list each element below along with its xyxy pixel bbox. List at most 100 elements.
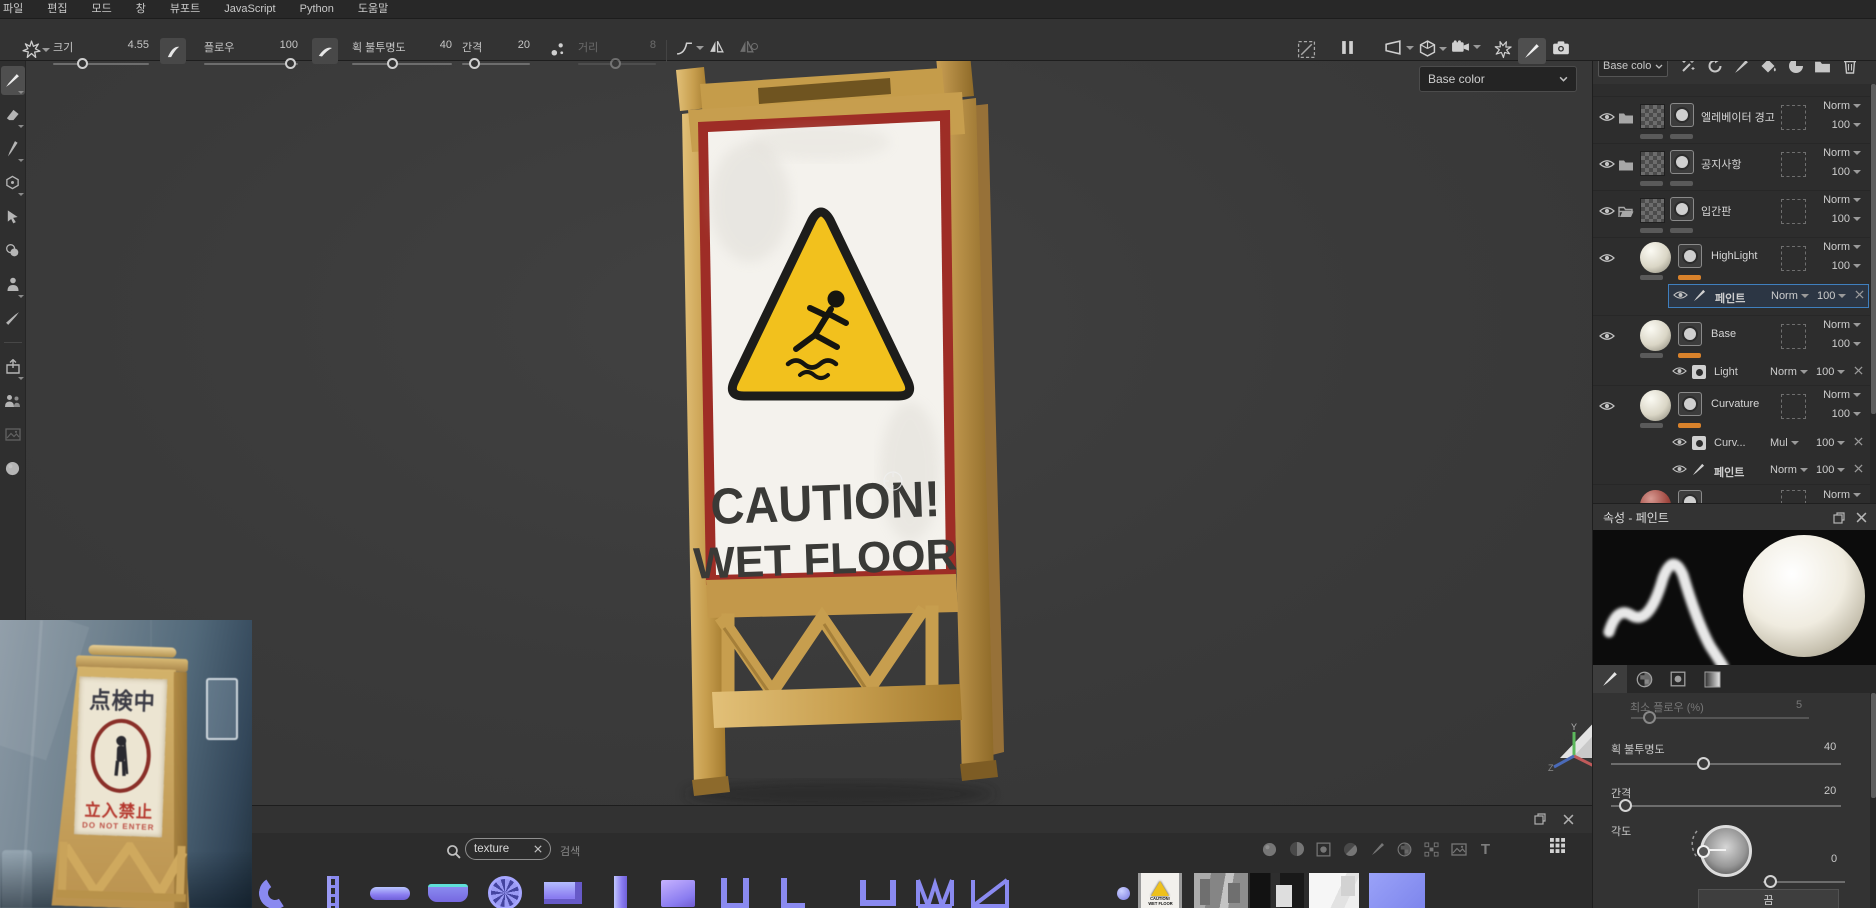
tab-brush[interactable]: [1593, 665, 1627, 693]
disable-selection-icon[interactable]: [1297, 40, 1316, 59]
material-icon[interactable]: [1678, 322, 1702, 346]
projection-tool[interactable]: [1, 134, 25, 163]
tab-alpha[interactable]: [1627, 665, 1661, 693]
prop-opacity-slider[interactable]: [1611, 763, 1841, 765]
falloff-curve-icon[interactable]: [676, 40, 704, 55]
close-panel-icon[interactable]: [1856, 512, 1867, 523]
remove-sublayer-icon[interactable]: [1855, 290, 1864, 299]
prop-angle-value[interactable]: 0: [1831, 853, 1837, 865]
layer-row-standing-sign[interactable]: 입간판 Norm 100: [1593, 190, 1871, 237]
perspective-view-icon[interactable]: [1384, 40, 1414, 55]
flow-value[interactable]: 100: [280, 39, 298, 55]
layer-thumbnail[interactable]: [1640, 104, 1665, 129]
visibility-icon[interactable]: [1599, 159, 1615, 169]
shelf-thumbnail-curve[interactable]: [252, 873, 298, 908]
layer-name[interactable]: 입간판: [1701, 203, 1731, 219]
filter-procedurals-icon[interactable]: [1418, 837, 1445, 861]
screenshot-icon[interactable]: [1552, 40, 1570, 55]
opacity-select[interactable]: 100: [1832, 119, 1861, 131]
blend-mode-select[interactable]: Norm: [1823, 489, 1861, 501]
layer-name[interactable]: Curvature: [1711, 398, 1759, 410]
visibility-icon[interactable]: [1599, 253, 1615, 263]
expand-shelf-icon[interactable]: [1534, 813, 1546, 825]
visibility-icon[interactable]: [1599, 206, 1615, 216]
menu-window[interactable]: 창: [124, 0, 158, 18]
particles-icon[interactable]: [1494, 40, 1512, 58]
filter-materials-icon[interactable]: [1256, 837, 1283, 861]
layer-thumbnail[interactable]: [1640, 151, 1665, 176]
shelf-thumbnail-u-bracket[interactable]: [712, 873, 758, 908]
layer-row-highlight[interactable]: HighLight Norm 100: [1593, 237, 1871, 284]
layers-scrollbar[interactable]: [1870, 84, 1876, 503]
paint-brush-tool[interactable]: [1, 66, 25, 95]
pause-engine-icon[interactable]: [1341, 40, 1354, 55]
opacity-select[interactable]: 100: [1832, 408, 1861, 420]
opacity-select[interactable]: 100: [1832, 338, 1861, 350]
brush-tip-button[interactable]: [160, 38, 186, 64]
blend-mode-select[interactable]: Norm: [1823, 389, 1861, 401]
remove-sublayer-icon[interactable]: [1854, 464, 1863, 473]
mask-thumbnail[interactable]: [1781, 394, 1806, 419]
opacity-select[interactable]: 100: [1832, 213, 1861, 225]
material-sphere-thumbnail[interactable]: [1640, 320, 1671, 351]
layer-name[interactable]: 공지사항: [1701, 156, 1741, 172]
mask-thumbnail[interactable]: [1781, 324, 1806, 349]
eraser-tool[interactable]: [1, 100, 25, 129]
filter-text-icon[interactable]: T: [1472, 837, 1499, 861]
layer-row-base[interactable]: Base Norm 100: [1593, 315, 1871, 362]
search-input[interactable]: 검색: [560, 843, 580, 859]
material-sphere-thumbnail[interactable]: [1640, 390, 1671, 421]
sphere-tool[interactable]: [1, 454, 25, 483]
menu-javascript[interactable]: JavaScript: [212, 0, 287, 18]
menu-viewport[interactable]: 뷰포트: [158, 0, 212, 18]
angle-dial[interactable]: [1700, 825, 1752, 877]
smudge-tool[interactable]: [1, 202, 25, 231]
prop-spacing-value[interactable]: 20: [1824, 785, 1836, 797]
export-tool[interactable]: [1, 352, 25, 381]
prop-opacity-value[interactable]: 40: [1824, 741, 1836, 753]
blend-mode-select[interactable]: Norm: [1770, 366, 1808, 378]
opacity-select[interactable]: 100: [1817, 290, 1846, 302]
clone-tool[interactable]: [1, 236, 25, 265]
stroke-opacity-value[interactable]: 40: [440, 39, 452, 55]
opacity-select[interactable]: 100: [1816, 366, 1845, 378]
remove-sublayer-icon[interactable]: [1854, 366, 1863, 375]
mesh-view-icon[interactable]: [1419, 40, 1447, 57]
viewport-channel-select[interactable]: Base color: [1419, 66, 1577, 92]
visibility-icon[interactable]: [1599, 401, 1615, 411]
size-value[interactable]: 4.55: [128, 39, 149, 55]
menu-help[interactable]: 도움말: [346, 0, 400, 18]
mask-thumbnail[interactable]: [1781, 246, 1806, 271]
shelf-thumbnail-bar[interactable]: [367, 873, 413, 908]
filter-environments-icon[interactable]: [1445, 837, 1472, 861]
visibility-icon[interactable]: [1672, 464, 1687, 474]
clear-search-icon[interactable]: [534, 845, 542, 853]
polygon-fill-tool[interactable]: [1, 168, 25, 197]
shelf-thumbnail-fan[interactable]: [482, 873, 528, 908]
blend-mode-select[interactable]: Norm: [1823, 100, 1861, 112]
material-icon[interactable]: [1678, 244, 1702, 268]
filter-filters-icon[interactable]: [1310, 837, 1337, 861]
scatter-icon[interactable]: [550, 40, 565, 57]
blend-mode-select[interactable]: Mul: [1770, 437, 1799, 449]
follow-path-toggle[interactable]: 끔: [1698, 889, 1839, 908]
remove-sublayer-icon[interactable]: [1854, 437, 1863, 446]
shelf-thumbnail-caution-sign[interactable]: CAUTION!WET FLOOR: [1137, 873, 1183, 908]
layer-name[interactable]: HighLight: [1711, 250, 1757, 262]
shelf-thumbnail-open-box[interactable]: [855, 873, 901, 908]
paint-tool-icon[interactable]: [1518, 38, 1546, 64]
opacity-select[interactable]: 100: [1816, 437, 1845, 449]
sublayer-row-curv[interactable]: Curv... Mul 100: [1668, 432, 1869, 456]
menu-file[interactable]: 파일: [0, 0, 35, 18]
layer-row-notice[interactable]: 공지사항 Norm 100: [1593, 143, 1871, 190]
camera-view-icon[interactable]: [1451, 40, 1481, 53]
visibility-icon[interactable]: [1672, 437, 1687, 447]
particle-brush-tool[interactable]: [1, 304, 25, 333]
material-icon[interactable]: [1670, 197, 1694, 221]
material-icon[interactable]: [1678, 392, 1702, 416]
layer-thumbnail[interactable]: [1640, 198, 1665, 223]
shelf-thumbnail-blue-texture[interactable]: [1369, 873, 1425, 908]
layer-name[interactable]: 엘레베이터 경고: [1701, 109, 1775, 125]
prop-spacing-slider[interactable]: [1611, 805, 1841, 807]
material-sphere-thumbnail[interactable]: [1640, 490, 1671, 503]
